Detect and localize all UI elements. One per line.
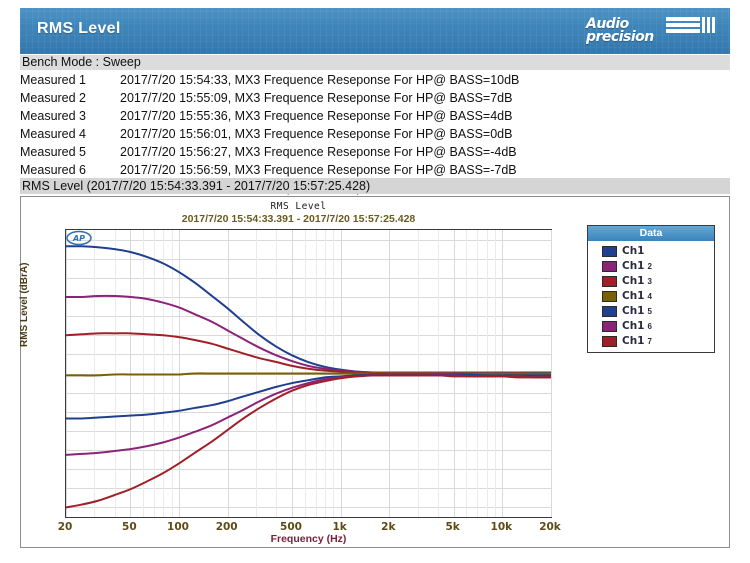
x-tick-label: 200 (215, 521, 238, 533)
legend-item-index: 6 (647, 322, 652, 332)
x-tick-label: 500 (280, 521, 302, 533)
measurement-desc: 2017/7/20 15:55:36, MX3 Frequence Resepo… (120, 109, 513, 123)
logo-line-2: precision (586, 29, 654, 45)
legend-color-swatch (602, 246, 617, 258)
chart-subtitle: 2017/7/20 15:54:33.391 - 2017/7/20 15:57… (181, 213, 416, 225)
measurement-desc: 2017/7/20 15:56:27, MX3 Frequence Resepo… (120, 145, 517, 159)
legend-item-label: Ch1 (622, 305, 645, 318)
legend-item[interactable]: Ch1 (602, 244, 714, 259)
chart-title: RMS Level (270, 201, 327, 212)
legend-item-label: Ch1 (622, 320, 645, 333)
legend-item-index: 7 (647, 337, 652, 347)
x-tick-label: 20 (57, 521, 73, 533)
logo-bars-icon (666, 17, 718, 43)
legend-item-label: Ch1 (622, 335, 645, 348)
legend-item-label: Ch1 (622, 290, 645, 303)
legend-items: Ch1 Ch1 2 Ch1 3 Ch1 4 Ch1 5 Ch1 6 Ch1 7 (588, 241, 714, 349)
x-tick-label: 20k (539, 521, 561, 533)
measurement-label: Measured 2 (20, 91, 87, 105)
measurement-label: Measured 3 (20, 109, 87, 123)
legend-color-swatch (602, 321, 617, 333)
legend-item-label: Ch1 (622, 275, 645, 288)
x-axis-label: Frequency (Hz) (270, 533, 347, 545)
bench-mode-text: Bench Mode : Sweep (22, 55, 141, 69)
y-axis-label: RMS Level (dBrA) (19, 262, 30, 347)
chart-container: RMS Level 2017/7/20 15:54:33.391 - 2017/… (19, 196, 730, 548)
series-line (66, 245, 551, 374)
legend-item[interactable]: Ch1 5 (602, 304, 714, 319)
x-tick-label: 100 (167, 521, 189, 533)
svg-text:AP: AP (72, 234, 85, 243)
legend-item-label: Ch1 (622, 260, 645, 273)
x-tick-label: 5k (445, 521, 460, 533)
list-item: Measured 6 2017/7/20 15:56:59, MX3 Freque… (20, 161, 640, 179)
list-item: Measured 2 2017/7/20 15:55:09, MX3 Freque… (20, 89, 640, 107)
legend-item-label: Ch1 (622, 245, 645, 258)
measurement-label: Measured 1 (20, 73, 87, 87)
legend-color-swatch (602, 306, 617, 318)
measurement-label: Measured 5 (20, 145, 87, 159)
x-tick-label: 2k (381, 521, 396, 533)
grid-line-v (551, 230, 552, 517)
legend-item-index: 3 (647, 277, 652, 287)
legend-item[interactable]: Ch1 7 (602, 334, 714, 349)
legend-item-index: 2 (647, 262, 652, 272)
x-tick-label: 10k (490, 521, 513, 533)
measurement-desc: 2017/7/20 15:54:33, MX3 Frequence Resepo… (120, 73, 520, 87)
legend-header: Data (588, 226, 714, 241)
legend-color-swatch (602, 291, 617, 303)
list-item: Measured 5 2017/7/20 15:56:27, MX3 Freque… (20, 143, 640, 161)
measurement-desc: 2017/7/20 15:56:59, MX3 Frequence Resepo… (120, 163, 517, 177)
measurement-label: Measured 4 (20, 127, 87, 141)
series-curves (66, 245, 551, 509)
legend-item-index: 5 (647, 307, 652, 317)
page-title: RMS Level (37, 20, 121, 37)
list-item: Measured 4 2017/7/20 15:56:01, MX3 Freque… (20, 125, 640, 143)
legend-item[interactable]: Ch1 6 (602, 319, 714, 334)
x-tick-label: 1k (332, 521, 347, 533)
legend-item[interactable]: Ch1 3 (602, 274, 714, 289)
legend-color-swatch (602, 261, 617, 273)
series-line (66, 332, 551, 377)
measurement-desc: 2017/7/20 15:56:01, MX3 Frequence Resepo… (120, 127, 513, 141)
app-header: RMS Level Audio precision (20, 8, 730, 54)
audio-precision-logo: Audio precision (584, 16, 720, 48)
plot-area: AP (65, 229, 552, 518)
measurement-label: Measured 6 (20, 163, 87, 177)
series-line (66, 373, 551, 420)
legend-color-swatch (602, 276, 617, 288)
x-tick-label: 50 (122, 521, 137, 533)
legend-item-index: 4 (647, 292, 652, 302)
ap-watermark-icon: AP (66, 230, 92, 246)
legend-color-swatch (602, 336, 617, 348)
list-item: Measured 3 2017/7/20 15:55:36, MX3 Freque… (20, 107, 640, 125)
screenshot-root: RMS Level Audio precision Bench Mode : S… (0, 0, 750, 563)
series-line (66, 374, 551, 509)
legend: Data Ch1 Ch1 2 Ch1 3 Ch1 4 Ch1 5 Ch1 6 Ch1 7 (587, 225, 715, 353)
legend-item[interactable]: Ch1 4 (602, 289, 714, 304)
range-bar-text: RMS Level (2017/7/20 15:54:33.391 - 2017… (22, 179, 371, 193)
list-item: Measured 1 2017/7/20 15:54:33, MX3 Freque… (20, 71, 640, 89)
measurement-desc: 2017/7/20 15:55:09, MX3 Frequence Resepo… (120, 91, 513, 105)
legend-item[interactable]: Ch1 2 (602, 259, 714, 274)
